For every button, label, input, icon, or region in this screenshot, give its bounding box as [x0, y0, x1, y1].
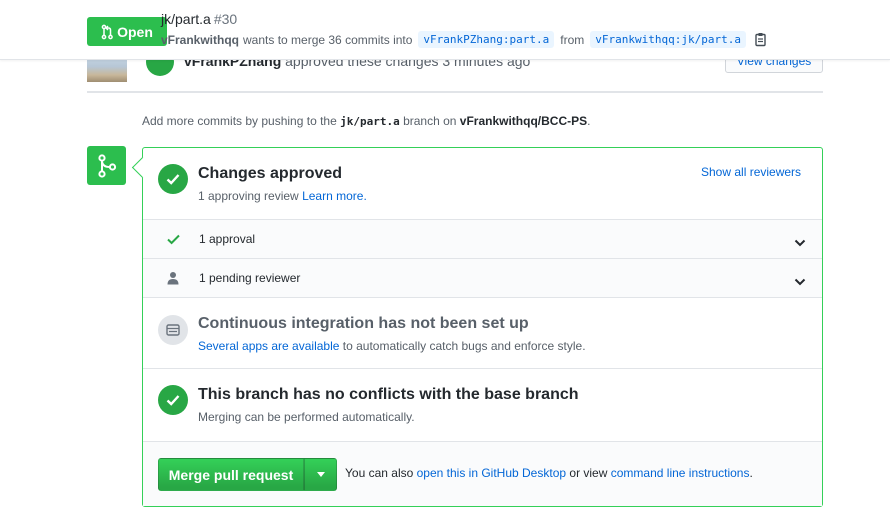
- chevron-down-icon[interactable]: [794, 273, 806, 289]
- ci-desc: Several apps are available to automatica…: [198, 339, 586, 353]
- timeline-divider: [87, 91, 823, 93]
- git-pull-request-icon: [101, 24, 113, 40]
- conflicts-desc: Merging can be performed automatically.: [198, 410, 415, 424]
- approval-heading: Changes approved: [198, 165, 343, 182]
- ci-heading: Continuous integration has not been set …: [198, 315, 529, 332]
- chevron-down-icon[interactable]: [794, 234, 806, 250]
- ci-desc-text: to automatically catch bugs and enforce …: [342, 339, 586, 353]
- repo-name: vFrankwithqq/BCC-PS: [459, 114, 588, 128]
- merge-alternatives: You can also open this in GitHub Desktop…: [345, 466, 753, 480]
- check-icon: [158, 164, 188, 194]
- approval-desc: 1 approving review Learn more.: [198, 189, 367, 203]
- pr-state-label: Open: [117, 23, 153, 40]
- check-icon: [166, 232, 180, 246]
- learn-more-link[interactable]: Learn more.: [302, 189, 367, 203]
- add-commits-suffix: .: [587, 114, 591, 128]
- server-icon: [158, 315, 188, 345]
- approvals-row[interactable]: 1 approval: [143, 220, 822, 259]
- git-merge-icon: [87, 146, 126, 185]
- person-icon: [166, 271, 180, 285]
- merge-pull-request-button[interactable]: Merge pull request: [158, 458, 304, 491]
- merge-method-dropdown[interactable]: [304, 458, 337, 491]
- approvals-label: 1 approval: [199, 232, 256, 246]
- merge-button-group: Merge pull request: [158, 458, 337, 491]
- from-text: from: [560, 32, 585, 47]
- conflicts-status-section: This branch has no conflicts with the ba…: [143, 369, 822, 442]
- pr-title[interactable]: jk/part.a: [161, 11, 211, 27]
- clippy-icon[interactable]: [754, 32, 767, 47]
- head-branch-name: jk/part.a: [340, 115, 400, 128]
- conflicts-heading: This branch has no conflicts with the ba…: [198, 386, 579, 403]
- add-commits-hint: Add more commits by pushing to the jk/pa…: [142, 114, 590, 128]
- add-commits-prefix: Add more commits by pushing to the: [142, 114, 337, 128]
- merge-box: Changes approved 1 approving review Lear…: [142, 147, 823, 507]
- alt-suffix: .: [749, 466, 753, 480]
- pending-reviewers-row[interactable]: 1 pending reviewer: [143, 259, 822, 298]
- merge-summary-text: wants to merge 36 commits into: [243, 32, 413, 47]
- pending-reviewers-label: 1 pending reviewer: [199, 271, 301, 285]
- pr-number: #30: [213, 11, 238, 27]
- pr-state-badge: Open: [87, 17, 167, 46]
- approval-count-text: 1 approving review: [198, 189, 299, 203]
- pr-author-link[interactable]: vFrankwithqq: [161, 33, 239, 47]
- command-line-instructions-link[interactable]: command line instructions: [611, 466, 750, 480]
- base-branch-ref[interactable]: vFrankPZhang:part.a: [418, 31, 555, 48]
- alt-middle: or view: [569, 466, 608, 480]
- add-commits-middle: branch on: [403, 114, 457, 128]
- triangle-down-icon: [316, 472, 325, 477]
- ci-status-section: Continuous integration has not been set …: [143, 298, 822, 369]
- check-icon: [158, 385, 188, 415]
- sticky-pr-header: Open jk/part.a #30 vFrankwithqq wants to …: [0, 0, 890, 60]
- alt-prefix: You can also: [345, 466, 414, 480]
- show-all-reviewers-link[interactable]: Show all reviewers: [701, 165, 801, 179]
- pr-title-line: jk/part.a #30: [161, 11, 237, 27]
- head-branch-ref[interactable]: vFrankwithqq:jk/part.a: [590, 31, 746, 48]
- open-in-desktop-link[interactable]: open this in GitHub Desktop: [417, 466, 566, 480]
- approval-status-section: Changes approved 1 approving review Lear…: [143, 148, 822, 220]
- merge-action-section: Merge pull request You can also open thi…: [143, 442, 822, 506]
- pr-meta: vFrankwithqq wants to merge 36 commits i…: [161, 31, 767, 48]
- several-apps-link[interactable]: Several apps are available: [198, 339, 339, 353]
